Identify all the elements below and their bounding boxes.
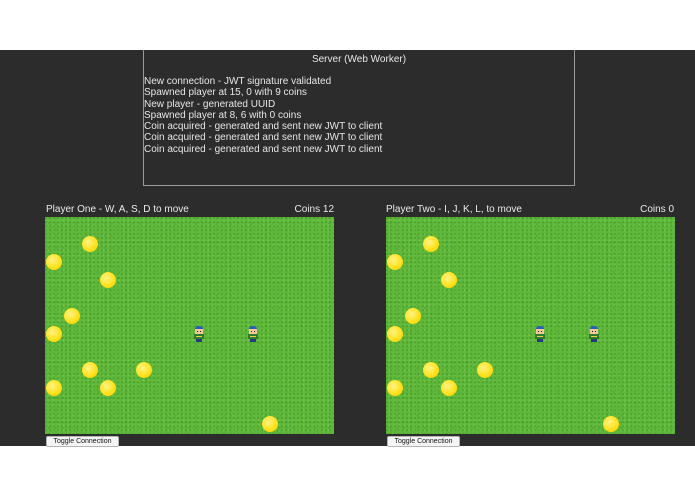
log-line: Coin acquired - generated and sent new J… — [144, 121, 383, 133]
log-line: Spawned player at 15, 0 with 9 coins — [144, 87, 307, 99]
coin-icon — [477, 362, 493, 378]
player-one-coins: Coins 12 — [294, 204, 334, 215]
player-two-label: Player Two - I, J, K, L, to move — [386, 204, 522, 215]
game-stage: Server (Web Worker) New connection - JWT… — [0, 50, 695, 447]
coin-icon — [82, 236, 98, 252]
log-line: New player - generated UUID — [144, 98, 276, 110]
log-line: Spawned player at 8, 6 with 0 coins — [144, 109, 302, 121]
character-icon — [534, 326, 546, 342]
coin-icon — [387, 326, 403, 342]
coin-icon — [82, 362, 98, 378]
coin-icon — [64, 308, 80, 324]
server-log-panel: Server (Web Worker) New connection - JWT… — [143, 50, 575, 186]
log-line: Coin acquired - generated and sent new J… — [144, 143, 383, 155]
log-line: Coin acquired - generated and sent new J… — [144, 132, 383, 144]
character-icon — [588, 326, 600, 342]
coin-icon — [387, 254, 403, 270]
coin-icon — [603, 416, 619, 432]
player-two-game-field[interactable] — [386, 217, 675, 434]
player-one-game-field[interactable] — [45, 217, 334, 434]
coin-icon — [387, 380, 403, 396]
coin-icon — [405, 308, 421, 324]
coin-icon — [100, 272, 116, 288]
player-one-label: Player One - W, A, S, D to move — [46, 204, 189, 215]
coin-icon — [46, 380, 62, 396]
coin-icon — [441, 380, 457, 396]
coin-icon — [423, 236, 439, 252]
coin-icon — [423, 362, 439, 378]
character-icon — [247, 326, 259, 342]
coin-icon — [262, 416, 278, 432]
coin-icon — [441, 272, 457, 288]
server-title: Server (Web Worker) — [311, 54, 407, 65]
player-one-toggle-connection-button[interactable]: Toggle Connection — [46, 436, 119, 447]
coin-icon — [136, 362, 152, 378]
player-two-coins: Coins 0 — [640, 204, 674, 215]
server-log-list: New connection - JWT signature validated… — [144, 76, 382, 155]
player-two-toggle-connection-button[interactable]: Toggle Connection — [387, 436, 460, 447]
log-line: New connection - JWT signature validated — [144, 76, 332, 87]
character-icon — [193, 326, 205, 342]
coin-icon — [100, 380, 116, 396]
coin-icon — [46, 326, 62, 342]
coin-icon — [46, 254, 62, 270]
